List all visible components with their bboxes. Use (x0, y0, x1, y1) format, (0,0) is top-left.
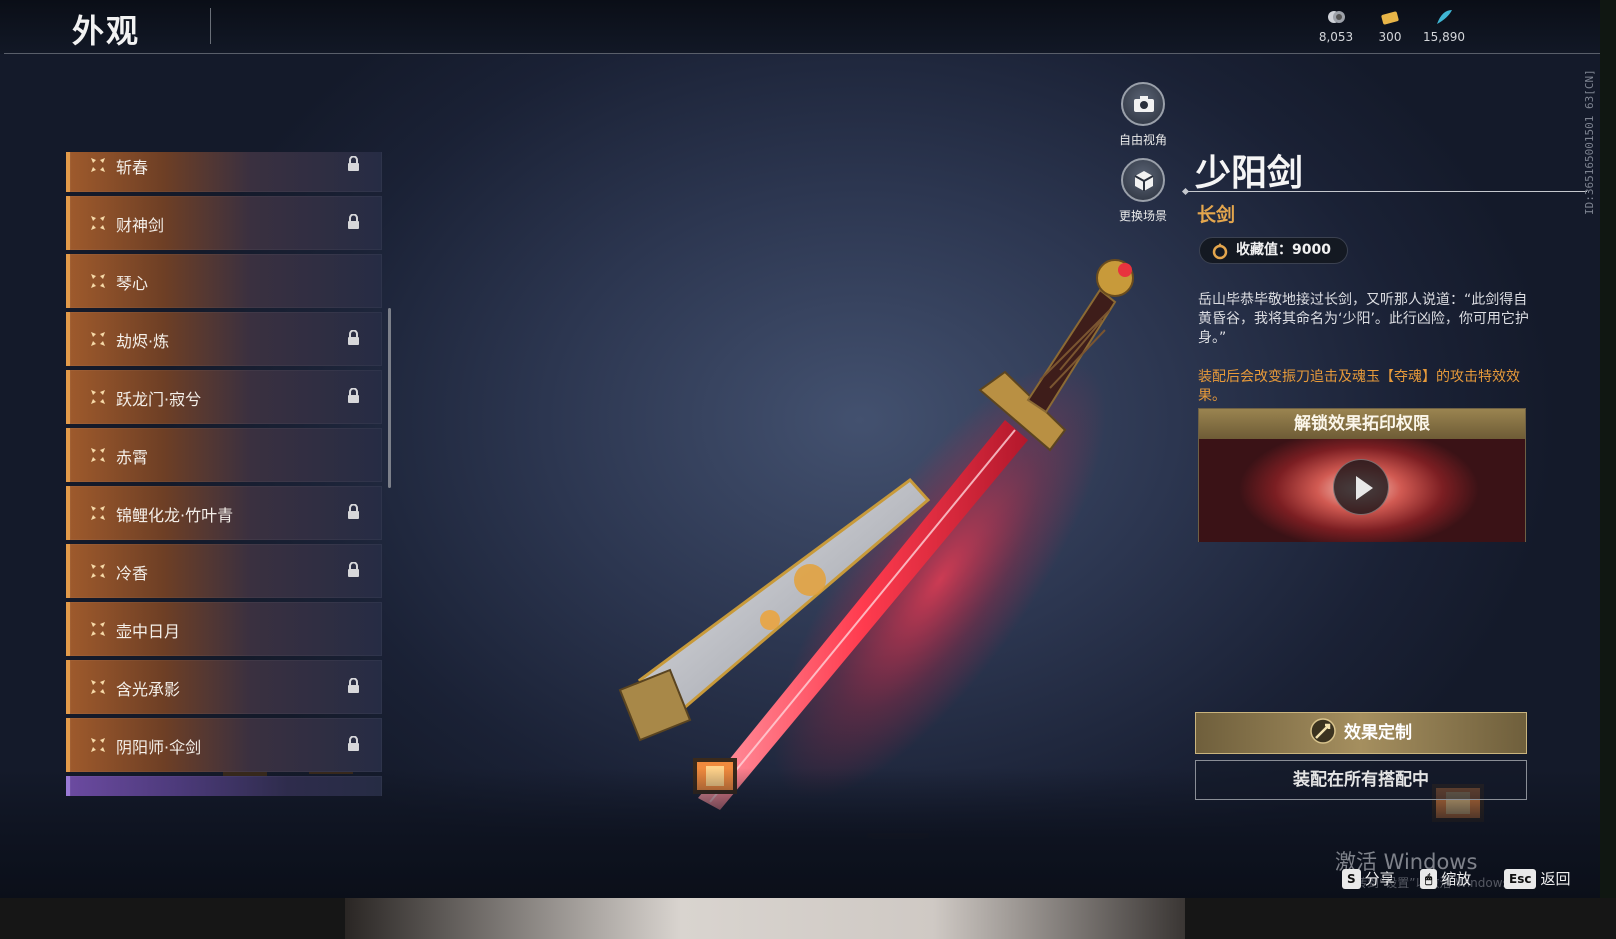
top-bar: 外观 8,053 300 15,890 (0, 0, 1600, 54)
skin-label: 跃龙门·寂兮 (116, 390, 202, 409)
skin-list-item[interactable]: 倚天·官绿 (66, 776, 382, 796)
lock-icon (348, 388, 359, 403)
camera-circle (1121, 82, 1165, 126)
skin-label: 含光承影 (116, 680, 181, 699)
currency-jade: 15,890 (1414, 8, 1474, 44)
skin-list-item[interactable]: 赤霄 (66, 428, 382, 482)
skin-label: 财神剑 (116, 216, 165, 235)
share-hint[interactable]: S 分享 (1342, 868, 1395, 889)
cube-icon (1134, 171, 1154, 191)
skin-list-track: 斩春财神剑琴心劫烬·炼跃龙门·寂兮 赤霄锦鲤化龙·竹叶青 冷香壶中日月含光承影阴阳师… (66, 152, 382, 796)
skin-label: 锦鲤化龙·竹叶青 (116, 506, 234, 525)
build-id: ID:365165001501 63[CN] (1583, 69, 1596, 215)
customize-effect-button[interactable]: 效果定制 (1195, 712, 1527, 754)
currency-tickets: 300 (1360, 8, 1420, 44)
page-title: 外观 (72, 12, 141, 50)
skin-list-item[interactable]: 跃龙门·寂兮 (66, 370, 382, 424)
scene-circle (1121, 158, 1165, 202)
share-label: 分享 (1364, 870, 1395, 888)
skin-list-item[interactable]: 锦鲤化龙·竹叶青 (66, 486, 382, 540)
skin-list-item[interactable]: 含光承影 (66, 660, 382, 714)
skin-list-item[interactable]: 壶中日月 (66, 602, 382, 656)
list-scrollbar[interactable] (388, 308, 391, 488)
skin-rarity-icon (91, 274, 105, 288)
coin-stack-icon (1328, 11, 1345, 23)
gold-ticket-icon (1381, 11, 1399, 25)
esc-key: Esc (1504, 868, 1537, 889)
sword-model[interactable] (610, 250, 1190, 830)
currency-value: 300 (1378, 30, 1402, 44)
skin-list-item[interactable]: 财神剑 (66, 196, 382, 250)
header-divider (4, 53, 1600, 54)
item-type: 长剑 (1197, 204, 1236, 226)
change-scene-label: 更换场景 (1118, 209, 1167, 223)
skin-rarity-icon (91, 680, 105, 694)
currency-value: 15,890 (1423, 30, 1465, 44)
skin-label: 赤霄 (116, 448, 149, 467)
item-name: 少阳剑 (1195, 153, 1304, 194)
camera-icon (1134, 96, 1154, 112)
skin-list-item[interactable]: 琴心 (66, 254, 382, 308)
skin-rarity-icon (90, 795, 106, 796)
collect-value-label: 收藏值：9000 (1236, 242, 1331, 258)
jade-feather-icon (1437, 10, 1452, 24)
zoom-hint[interactable]: 🖱 缩放 (1420, 868, 1471, 889)
lock-icon (348, 736, 359, 751)
free-view-button[interactable]: 自由视角 (1103, 82, 1183, 148)
lock-icon (348, 330, 359, 345)
skin-label: 劫烬·炼 (116, 332, 170, 351)
skin-rarity-icon (91, 564, 105, 578)
lock-icon (348, 214, 359, 229)
currency-value: 8,053 (1318, 30, 1354, 44)
lock-icon (348, 562, 359, 577)
skin-rarity-icon (91, 332, 105, 346)
title-separator (210, 8, 211, 44)
skin-label: 斩春 (116, 158, 149, 177)
skin-rarity-icon (91, 448, 105, 462)
skin-rarity-icon (91, 158, 105, 172)
skin-rarity-icon (91, 622, 105, 636)
zoom-label: 缩放 (1441, 870, 1472, 888)
skin-label: 壶中日月 (116, 622, 181, 641)
desktop-photo (345, 898, 1185, 939)
item-description: 岳山毕恭毕敬地接过长剑，又听那人说道：“此剑得自黄昏谷，我将其命名为‘少阳’。此… (1198, 292, 1529, 346)
skin-label: 琴心 (116, 274, 149, 293)
preview-title: 解锁效果拓印权限 (1199, 409, 1525, 439)
lantern-decoration (693, 758, 737, 794)
collect-value-badge: 收藏值：9000 (1199, 237, 1348, 264)
skin-rarity-icon (91, 216, 105, 230)
window-edge (1600, 0, 1616, 939)
free-view-label: 自由视角 (1118, 133, 1167, 147)
effect-preview-card[interactable]: 解锁效果拓印权限 (1198, 408, 1526, 542)
lock-icon (348, 678, 359, 693)
currency-coins: 8,053 (1306, 8, 1366, 44)
skin-list-item[interactable]: 冷香 (66, 544, 382, 598)
equip-all-button[interactable]: 装配在所有搭配中 (1195, 760, 1527, 800)
play-icon[interactable] (1333, 459, 1389, 515)
skin-list-item[interactable]: 斩春 (66, 152, 382, 192)
skin-label: 冷香 (116, 564, 149, 583)
collect-icon (1212, 243, 1228, 260)
share-key: S (1342, 868, 1361, 889)
skin-list-item[interactable]: 劫烬·炼 (66, 312, 382, 366)
skin-rarity-icon (91, 506, 105, 520)
preview-thumbnail (1199, 439, 1525, 542)
back-label: 返回 (1540, 870, 1571, 888)
skin-rarity-icon (91, 738, 105, 752)
skin-list-item[interactable]: 阴阳师·伞剑 (66, 718, 382, 772)
lantern-decoration (867, 833, 929, 885)
skin-rarity-icon (91, 390, 105, 404)
effect-note: 装配后会改变振刀追击及魂玉【夺魂】的攻击特效效果。 (1198, 369, 1520, 404)
sword-customize-icon (1310, 718, 1336, 744)
mouse-key-icon: 🖱 (1420, 868, 1438, 889)
change-scene-button[interactable]: 更换场景 (1103, 158, 1183, 224)
name-underline (1187, 191, 1587, 192)
skin-list[interactable]: 斩春财神剑琴心劫烬·炼跃龙门·寂兮 赤霄锦鲤化龙·竹叶青 冷香壶中日月含光承影阴阳师… (66, 152, 382, 796)
lock-icon (348, 504, 359, 519)
skin-label: 阴阳师·伞剑 (116, 738, 202, 757)
customize-label: 效果定制 (1344, 723, 1412, 743)
lock-icon (348, 156, 359, 171)
skin-label: 倚天·官绿 (116, 792, 185, 796)
back-hint[interactable]: Esc 返回 (1504, 868, 1570, 889)
